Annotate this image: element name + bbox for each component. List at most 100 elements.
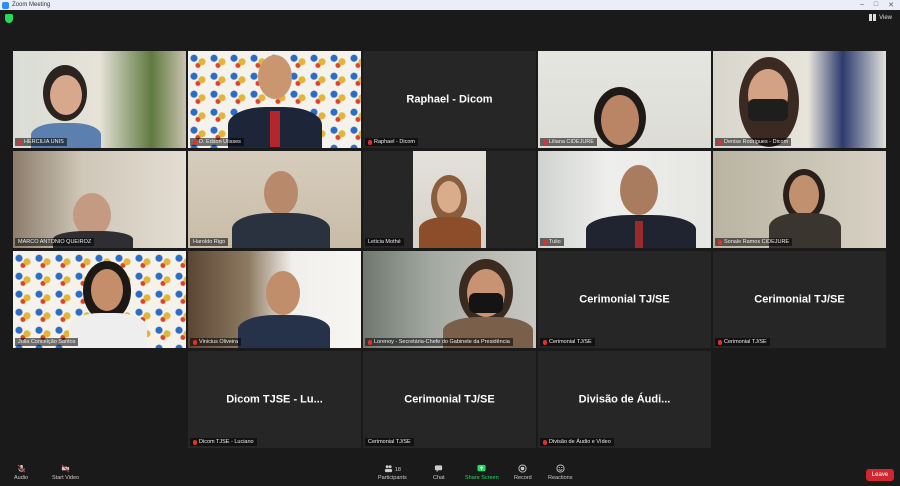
tie-shape bbox=[270, 111, 280, 147]
mic-muted-icon bbox=[368, 139, 372, 145]
participants-button[interactable]: 18 Participants bbox=[378, 464, 407, 481]
title-bar: Zoom Meeting – □ ✕ bbox=[0, 0, 900, 10]
video-tile-denise[interactable]: Denise Rodrigues - Dicom bbox=[713, 51, 886, 148]
start-video-button[interactable]: Start Video bbox=[52, 464, 79, 481]
body-shape bbox=[419, 217, 481, 248]
face-shape bbox=[258, 55, 292, 99]
participant-name: Cerimonial TJ/SE bbox=[715, 338, 770, 346]
face-shape bbox=[601, 95, 639, 145]
video-feed bbox=[538, 51, 711, 148]
chat-icon bbox=[435, 465, 443, 473]
participants-count: 18 bbox=[394, 466, 401, 473]
face-shape bbox=[266, 271, 300, 315]
mic-muted-icon bbox=[543, 139, 547, 145]
face-shape bbox=[264, 171, 298, 215]
video-tile-haroldo[interactable]: Haroldo Rigo bbox=[188, 151, 361, 248]
video-feed bbox=[13, 51, 186, 148]
video-tile-raphael[interactable]: Raphael - Dicom Raphael - Dicom bbox=[363, 51, 536, 148]
participant-name: Denise Rodrigues - Dicom bbox=[715, 138, 792, 146]
share-screen-label: Share Screen bbox=[465, 475, 499, 481]
mic-muted-icon bbox=[193, 139, 197, 145]
mic-muted-icon bbox=[543, 439, 547, 445]
video-tile-liliana[interactable]: Liliana CIDEJURE bbox=[538, 51, 711, 148]
view-button[interactable]: View bbox=[869, 14, 892, 21]
audio-button[interactable]: Audio bbox=[14, 464, 28, 481]
share-screen-icon bbox=[477, 464, 486, 472]
video-feed bbox=[363, 151, 536, 248]
zoom-logo-icon bbox=[2, 1, 9, 9]
mic-muted-icon bbox=[718, 239, 722, 245]
face-shape bbox=[437, 181, 461, 213]
video-tile-tulio[interactable]: Tulio bbox=[538, 151, 711, 248]
video-feed bbox=[188, 251, 361, 348]
face-mask-shape bbox=[748, 99, 788, 121]
participant-name: Dicom TJSE - Luciano bbox=[190, 438, 257, 446]
video-feed bbox=[188, 151, 361, 248]
video-tile-sonale[interactable]: Sonale Ramos CIDEJURE bbox=[713, 151, 886, 248]
close-icon[interactable]: ✕ bbox=[888, 1, 894, 9]
participant-big-name: Dicom TJSE - Lu... bbox=[226, 392, 323, 405]
video-feed bbox=[713, 51, 886, 148]
video-tile-hercilia[interactable]: HERCILIA UNIS bbox=[13, 51, 186, 148]
video-tile-vinicius[interactable]: Vinicius Oliveira bbox=[188, 251, 361, 348]
video-tile-dicom-luciano[interactable]: Dicom TJSE - Lu... Dicom TJSE - Luciano bbox=[188, 351, 361, 448]
video-off-icon bbox=[61, 464, 70, 473]
participant-name: Cerimonial TJ/SE bbox=[540, 338, 595, 346]
participant-name: D. Edson Ulisses bbox=[190, 138, 244, 146]
meeting-toolbar: Audio Start Video 18 Participants Chat S… bbox=[0, 462, 900, 486]
mic-muted-icon bbox=[718, 339, 722, 345]
record-label: Record bbox=[514, 475, 532, 481]
video-feed bbox=[538, 151, 711, 248]
security-shield-icon[interactable] bbox=[5, 14, 13, 23]
mic-muted-icon bbox=[193, 339, 197, 345]
participant-name: Raphael - Dicom bbox=[365, 138, 418, 146]
video-tile-cerimonial-3[interactable]: Cerimonial TJ/SE Cerimonial TJ/SE bbox=[363, 351, 536, 448]
tie-shape bbox=[635, 221, 643, 248]
reactions-icon bbox=[556, 464, 565, 473]
participant-name: Julia Conceição Santos bbox=[15, 338, 79, 346]
participant-big-name: Divisão de Áudi... bbox=[578, 392, 671, 405]
video-feed bbox=[188, 51, 361, 148]
body-shape bbox=[69, 313, 147, 348]
leave-button[interactable]: Leave bbox=[866, 469, 894, 481]
share-screen-button[interactable]: Share Screen bbox=[465, 464, 499, 481]
record-icon bbox=[518, 464, 527, 473]
chat-button[interactable]: Chat bbox=[433, 464, 445, 481]
participant-name: MARCO ANTONIO QUEIROZ bbox=[15, 238, 95, 246]
video-tile-cerimonial-1[interactable]: Cerimonial TJ/SE Cerimonial TJ/SE bbox=[538, 251, 711, 348]
video-tile-cerimonial-2[interactable]: Cerimonial TJ/SE Cerimonial TJ/SE bbox=[713, 251, 886, 348]
microphone-muted-icon bbox=[17, 464, 26, 473]
window-title: Zoom Meeting bbox=[12, 2, 51, 8]
maximize-icon[interactable]: □ bbox=[874, 1, 878, 9]
video-tile-leticia[interactable]: Leticia Mothé bbox=[363, 151, 536, 248]
portrait-video bbox=[413, 151, 486, 248]
video-feed bbox=[13, 251, 186, 348]
minimize-icon[interactable]: – bbox=[860, 1, 864, 9]
video-tile-divisao-audio[interactable]: Divisão de Áudi... Divisão de Áudio e Ví… bbox=[538, 351, 711, 448]
mic-muted-icon bbox=[543, 339, 547, 345]
face-mask-shape bbox=[469, 293, 503, 313]
participant-big-name: Raphael - Dicom bbox=[406, 92, 493, 105]
mic-muted-icon bbox=[18, 139, 22, 145]
suit-shape bbox=[238, 315, 330, 348]
video-feed bbox=[363, 251, 536, 348]
view-label: View bbox=[879, 14, 892, 21]
video-tile-marco[interactable]: MARCO ANTONIO QUEIROZ bbox=[13, 151, 186, 248]
video-tile-edson[interactable]: D. Edson Ulisses bbox=[188, 51, 361, 148]
video-tile-lorenoy[interactable]: Lorenoy - Secretária-Chefe do Gabinete d… bbox=[363, 251, 536, 348]
chat-label: Chat bbox=[433, 475, 445, 481]
video-tile-julia[interactable]: Julia Conceição Santos bbox=[13, 251, 186, 348]
reactions-button[interactable]: Reactions bbox=[548, 464, 572, 481]
audio-label: Audio bbox=[14, 475, 29, 481]
face-shape bbox=[620, 165, 658, 215]
participants-icon bbox=[384, 465, 392, 473]
participant-name: Haroldo Rigo bbox=[190, 238, 229, 246]
reactions-label: Reactions bbox=[548, 475, 573, 481]
participant-big-name: Cerimonial TJ/SE bbox=[754, 292, 845, 305]
start-video-label: Start Video bbox=[52, 475, 80, 481]
participant-name: Vinicius Oliveira bbox=[190, 338, 242, 346]
participant-name: Sonale Ramos CIDEJURE bbox=[715, 238, 793, 246]
mic-muted-icon bbox=[368, 339, 372, 345]
mic-muted-icon bbox=[718, 139, 722, 145]
record-button[interactable]: Record bbox=[514, 464, 532, 481]
